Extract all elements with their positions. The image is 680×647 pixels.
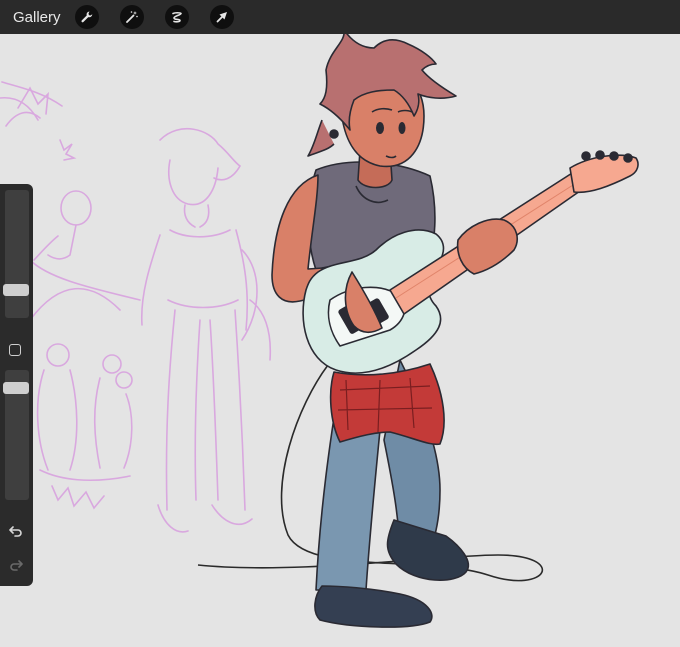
brush-size-thumb[interactable] [3, 284, 29, 296]
drawing-canvas[interactable] [0, 34, 680, 647]
left-sidebar [0, 184, 33, 586]
background-sketches [0, 81, 272, 533]
wrench-icon[interactable] [74, 5, 99, 29]
brush-size-slider[interactable] [3, 190, 29, 318]
guitarist-character [271, 34, 639, 628]
magic-wand-icon[interactable] [119, 5, 144, 29]
transform-arrow-icon[interactable] [209, 5, 234, 29]
redo-icon[interactable] [8, 558, 24, 572]
gallery-button[interactable]: Gallery [13, 9, 61, 26]
undo-icon[interactable] [8, 524, 24, 538]
opacity-slider[interactable] [3, 370, 29, 500]
selection-icon[interactable] [164, 5, 189, 29]
modify-button[interactable] [9, 344, 21, 356]
top-toolbar: Gallery [0, 0, 680, 34]
opacity-thumb[interactable] [3, 382, 29, 394]
